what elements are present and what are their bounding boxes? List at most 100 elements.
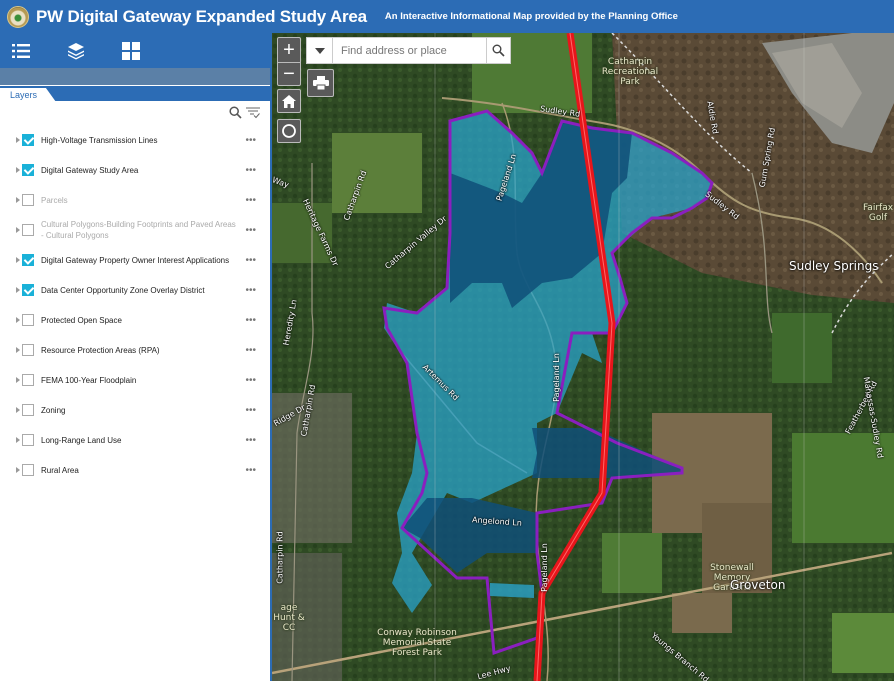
tab-layers[interactable]: Layers xyxy=(0,88,56,102)
layer-label: High-Voltage Transmission Lines xyxy=(41,135,158,145)
layer-label: Parcels xyxy=(41,195,68,205)
print-button[interactable] xyxy=(307,69,334,97)
home-button[interactable] xyxy=(277,89,301,113)
layer-visibility-checkbox[interactable] xyxy=(22,284,34,296)
expand-caret-icon[interactable] xyxy=(16,167,20,173)
layer-options-button[interactable]: ••• xyxy=(245,195,256,206)
expand-caret-icon[interactable] xyxy=(16,197,20,203)
layer-visibility-checkbox[interactable] xyxy=(22,224,34,236)
layer-visibility-checkbox[interactable] xyxy=(22,314,34,326)
road-label: Pageland Ln xyxy=(551,353,561,402)
basemap-gallery-button[interactable] xyxy=(119,39,143,63)
layer-options-button[interactable]: ••• xyxy=(245,465,256,476)
layer-label: Zoning xyxy=(41,405,66,415)
zoom-out-button[interactable]: − xyxy=(277,62,301,86)
layer-visibility-checkbox[interactable] xyxy=(22,134,34,146)
layer-options-button[interactable]: ••• xyxy=(245,255,256,266)
layer-options-button[interactable]: ••• xyxy=(245,165,256,176)
layer-options-button[interactable]: ••• xyxy=(245,375,256,386)
layer-label: Resource Protection Areas (RPA) xyxy=(41,345,160,355)
expand-caret-icon[interactable] xyxy=(16,317,20,323)
layer-label: Cultural Polygons-Building Footprints an… xyxy=(41,220,236,240)
layer-item[interactable]: Digital Gateway Study Area ••• xyxy=(0,155,270,185)
layer-visibility-checkbox[interactable] xyxy=(22,404,34,416)
legend-button[interactable] xyxy=(9,39,33,63)
locate-button[interactable] xyxy=(277,119,301,143)
layer-label: Digital Gateway Property Owner Interest … xyxy=(41,255,230,265)
expand-caret-icon[interactable] xyxy=(16,287,20,293)
search-layers-button[interactable] xyxy=(229,106,242,124)
search-source-dropdown[interactable] xyxy=(307,38,333,63)
expand-caret-icon[interactable] xyxy=(16,257,20,263)
layer-item[interactable]: FEMA 100-Year Floodplain ••• xyxy=(0,365,270,395)
place-label: Conway Robinson Memorial State Forest Pa… xyxy=(377,628,457,658)
home-icon xyxy=(282,94,296,108)
layer-options-button[interactable]: ••• xyxy=(245,435,256,446)
layer-item[interactable]: Long-Range Land Use ••• xyxy=(0,425,270,455)
expand-caret-icon[interactable] xyxy=(16,407,20,413)
layers-icon xyxy=(68,42,84,59)
expand-caret-icon[interactable] xyxy=(16,377,20,383)
layer-visibility-checkbox[interactable] xyxy=(22,254,34,266)
layer-label: Rural Area xyxy=(41,465,79,475)
layer-label: Long-Range Land Use xyxy=(41,435,122,445)
layer-options-button[interactable]: ••• xyxy=(245,225,256,236)
layer-list-tools xyxy=(0,105,270,125)
filter-list-icon xyxy=(246,107,260,119)
map-view[interactable]: Sudley Rd Sudley Rd Pageland Ln Pageland… xyxy=(272,33,894,681)
place-label: Catharpin Recreational Park xyxy=(601,57,659,87)
layer-visibility-checkbox[interactable] xyxy=(22,344,34,356)
layer-item[interactable]: Resource Protection Areas (RPA) ••• xyxy=(0,335,270,365)
layer-item[interactable]: Zoning ••• xyxy=(0,395,270,425)
layer-item[interactable]: Digital Gateway Property Owner Interest … xyxy=(0,245,270,275)
search-input[interactable] xyxy=(333,38,486,63)
layer-visibility-checkbox[interactable] xyxy=(22,464,34,476)
expand-caret-icon[interactable] xyxy=(16,137,20,143)
grid-icon xyxy=(122,41,140,60)
zoom-in-button[interactable]: + xyxy=(277,37,301,62)
search-icon xyxy=(229,106,242,119)
satellite-basemap xyxy=(272,33,894,681)
layer-visibility-checkbox[interactable] xyxy=(22,434,34,446)
caret-down-icon xyxy=(314,47,325,54)
expand-caret-icon[interactable] xyxy=(16,227,20,233)
place-label: age Hunt & CC xyxy=(273,603,305,633)
layer-visibility-checkbox[interactable] xyxy=(22,194,34,206)
expand-caret-icon[interactable] xyxy=(16,347,20,353)
layer-options-button[interactable]: ••• xyxy=(245,405,256,416)
locate-icon xyxy=(282,124,296,138)
road-label: Pageland Ln xyxy=(539,543,549,592)
layer-item[interactable]: Data Center Opportunity Zone Overlay Dis… xyxy=(0,275,270,305)
app-root: PW Digital Gateway Expanded Study Area A… xyxy=(0,0,894,681)
layer-rows: High-Voltage Transmission Lines ••• Digita… xyxy=(0,125,270,485)
layer-label: Protected Open Space xyxy=(41,315,122,325)
search-button[interactable] xyxy=(486,38,510,63)
layer-options-button[interactable]: ••• xyxy=(245,315,256,326)
layer-options-button[interactable]: ••• xyxy=(245,345,256,356)
layer-item[interactable]: Cultural Polygons-Building Footprints an… xyxy=(0,215,270,245)
layer-options-button[interactable]: ••• xyxy=(245,285,256,296)
panel-tabs: Layers xyxy=(0,85,270,102)
list-icon xyxy=(12,43,30,58)
county-seal-logo xyxy=(7,5,29,28)
layer-label: FEMA 100-Year Floodplain xyxy=(41,375,137,385)
town-label: Sudley Springs xyxy=(789,259,879,273)
layer-options-button[interactable]: ••• xyxy=(245,135,256,146)
layer-label: Data Center Opportunity Zone Overlay Dis… xyxy=(41,285,205,295)
layers-button[interactable] xyxy=(64,39,88,63)
app-title: PW Digital Gateway Expanded Study Area xyxy=(36,6,367,26)
layer-item[interactable]: Rural Area ••• xyxy=(0,455,270,485)
search-widget xyxy=(306,37,511,64)
panel-toolbar xyxy=(0,33,270,68)
layer-visibility-checkbox[interactable] xyxy=(22,164,34,176)
expand-caret-icon[interactable] xyxy=(16,437,20,443)
layer-label: Digital Gateway Study Area xyxy=(41,165,139,175)
layer-visibility-checkbox[interactable] xyxy=(22,374,34,386)
layer-item[interactable]: High-Voltage Transmission Lines ••• xyxy=(0,125,270,155)
filter-layers-button[interactable] xyxy=(246,106,260,124)
layer-item[interactable]: Parcels ••• xyxy=(0,185,270,215)
expand-caret-icon[interactable] xyxy=(16,467,20,473)
layer-item[interactable]: Protected Open Space ••• xyxy=(0,305,270,335)
app-header: PW Digital Gateway Expanded Study Area A… xyxy=(0,0,894,33)
search-icon xyxy=(492,44,505,57)
